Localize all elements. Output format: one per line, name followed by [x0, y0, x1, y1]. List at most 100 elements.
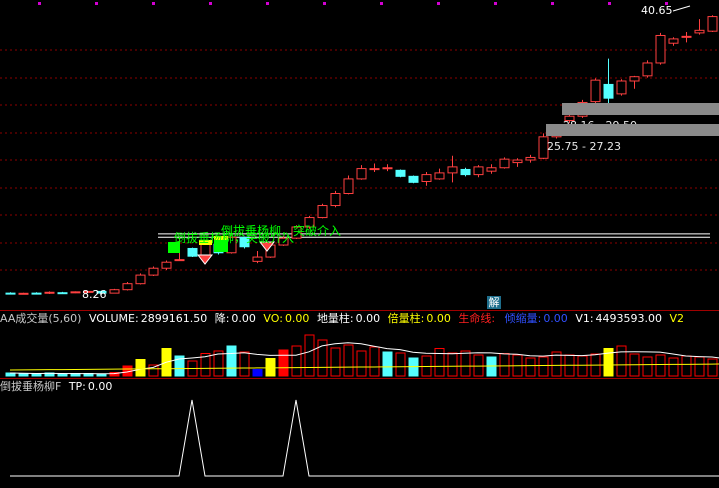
volume-bar [486, 356, 497, 377]
candle-body [681, 35, 692, 38]
candle-body [109, 289, 120, 294]
volume-bar [31, 373, 42, 377]
candle-body [369, 168, 380, 171]
candle-body [161, 261, 172, 269]
zone-band-1 [562, 103, 719, 115]
qjl-value: 0.00 [543, 312, 568, 325]
volume-bar [668, 357, 679, 377]
candle-body [343, 178, 354, 195]
volume-bar [291, 345, 302, 377]
volume-bar [18, 373, 29, 377]
v1-label: V1: [575, 312, 594, 325]
tp-label: TP: [68, 380, 86, 393]
candle-body [18, 292, 29, 295]
volume-bar [707, 358, 718, 377]
dlz-label: 地量柱: [316, 312, 354, 325]
zone-band-2 [546, 124, 719, 136]
volume-panel[interactable] [0, 326, 719, 378]
candle-body [5, 292, 16, 295]
volume-bar [265, 358, 276, 377]
signal-line [10, 399, 719, 477]
min-price-label: 8.26 [82, 288, 107, 301]
vo-value: 0.00 [284, 312, 310, 325]
dlz-value: 0.00 [355, 312, 381, 325]
candle-body [473, 166, 484, 176]
volume-bar [382, 351, 393, 377]
candle-body [57, 292, 68, 295]
candle-body [382, 167, 393, 170]
candle-body [70, 291, 81, 294]
candle-body [174, 259, 185, 262]
volume-bar [460, 350, 471, 377]
candle-body [187, 247, 198, 257]
price-panel[interactable] [0, 0, 719, 308]
candle-body [629, 76, 640, 82]
candle-body [317, 205, 328, 219]
jiang-label: 降: [214, 312, 230, 325]
volume-bar [343, 344, 354, 377]
smx-label: 生命线: [458, 312, 496, 325]
candle-body [616, 80, 627, 95]
panel-separator-2 [0, 378, 719, 379]
volume-bar [655, 354, 666, 377]
candle-body [148, 267, 159, 276]
volume-bar [473, 354, 484, 377]
volume-bar [395, 352, 406, 377]
volume-bar [356, 350, 367, 377]
signal-panel[interactable] [0, 396, 719, 482]
candle-body [356, 168, 367, 180]
max-arrow [672, 5, 691, 12]
volume-bar [577, 355, 588, 377]
blz-value: 0.00 [426, 312, 451, 325]
candle-body [590, 79, 601, 103]
candle-body [252, 256, 263, 262]
volume-bar [434, 348, 445, 377]
candle-body [31, 292, 42, 295]
candle-body [395, 169, 406, 177]
volume-bar [616, 345, 627, 377]
solve-button[interactable]: 解 [487, 296, 501, 309]
volume-bar [369, 346, 380, 377]
volume-bar [252, 369, 263, 377]
volume-hud: AA成交量(5,60) VOLUME: 2899161.50 降: 0.00 VO:… [0, 312, 688, 326]
candle-body [460, 168, 471, 176]
volume-bar [694, 356, 705, 377]
jiang-value: 0.00 [231, 312, 256, 325]
diamond-icon [196, 254, 214, 265]
max-price-label: 40.65 [641, 4, 673, 17]
volume-bar [538, 356, 549, 377]
volume-bar [226, 345, 237, 377]
volume-bar [304, 334, 315, 377]
candle-body [421, 174, 432, 182]
volume-bar [278, 349, 289, 377]
panel-separator-1 [0, 310, 719, 311]
signal-hud: 倒拔垂杨柳F TP: 0.00 [0, 380, 116, 394]
volume-bar [135, 359, 146, 377]
candle-body [694, 29, 705, 34]
candle-body [707, 16, 718, 32]
volume-indicator-title[interactable]: AA成交量(5,60) [0, 312, 81, 325]
candle-body [499, 158, 510, 169]
candle-body [408, 175, 419, 183]
v1-value: 4493593.00 [595, 312, 663, 325]
candle-body [642, 62, 653, 77]
volume-value: 2899161.50 [140, 312, 208, 325]
qjl-label: 倾缩量: [504, 312, 542, 325]
volume-bar [148, 364, 159, 377]
kline-chart-window[interactable]: 28.16 - 29.50 25.75 - 27.23 40.65 8.26 倒… [0, 0, 719, 488]
signal-indicator-title[interactable]: 倒拔垂杨柳F [0, 380, 61, 393]
signal-label-2: 倒拔垂杨柳，突破介入 [221, 224, 342, 238]
candle-body [603, 83, 614, 99]
volume-bar [330, 347, 341, 377]
volume-bar [447, 352, 458, 377]
tp-value: 0.00 [87, 380, 113, 393]
volume-label: VOLUME: [88, 312, 139, 325]
volume-bar [239, 351, 250, 377]
blz-label: 倍量柱: [387, 312, 425, 325]
candle-body [486, 167, 497, 172]
candle-body [512, 159, 523, 164]
candle-body [434, 172, 445, 180]
v2-label: V2 [669, 312, 685, 325]
zone-band-2-label: 25.75 - 27.23 [547, 140, 621, 153]
candle-body [135, 274, 146, 285]
